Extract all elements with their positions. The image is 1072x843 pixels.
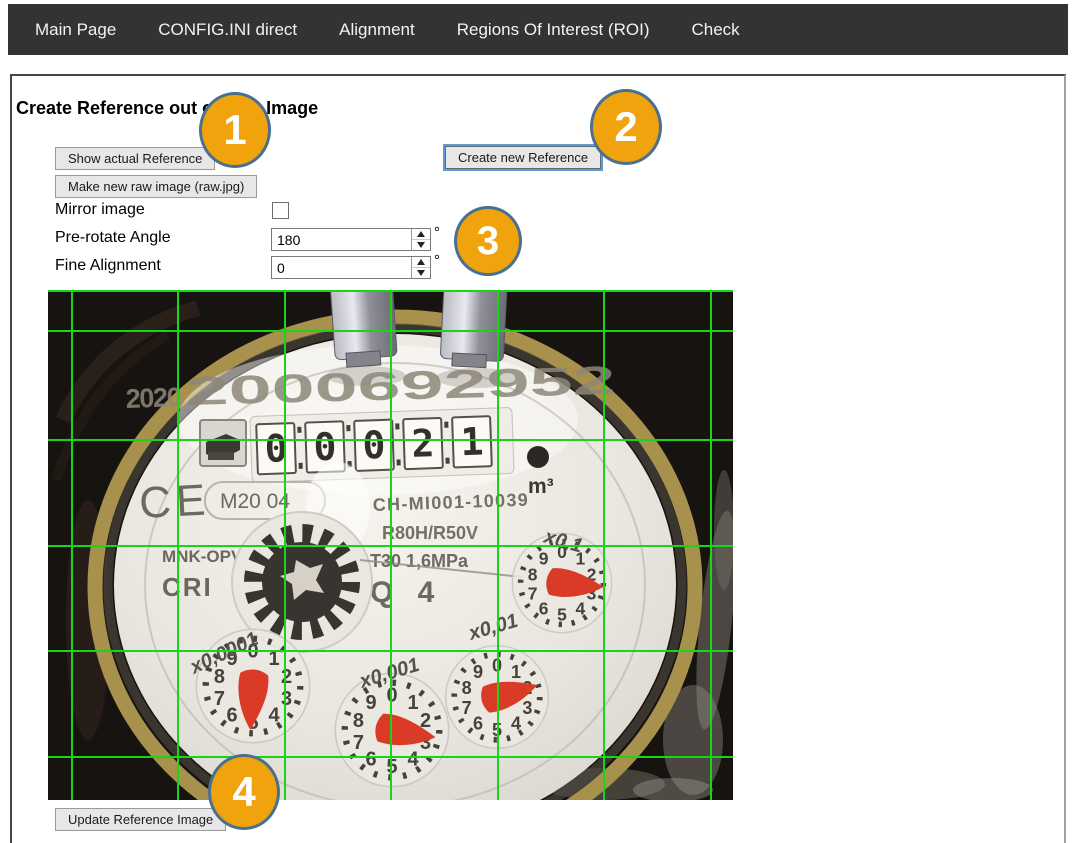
fine-alignment-value[interactable]: 0 — [272, 257, 411, 278]
flow-label: Q 4 — [370, 576, 442, 609]
nav-item-main-page[interactable]: Main Page — [35, 20, 116, 40]
ce-mark: CE — [138, 475, 212, 528]
mirror-image-label: Mirror image — [55, 201, 145, 219]
nav-item-alignment[interactable]: Alignment — [339, 20, 415, 40]
prerotate-angle-input[interactable]: 180 — [271, 228, 431, 251]
meter-counter: 0 0 0 2 1 — [250, 407, 514, 482]
approval-mark: M20 04 — [220, 490, 290, 513]
prerotate-angle-value[interactable]: 180 — [272, 229, 411, 250]
create-new-reference-button[interactable]: Create new Reference — [445, 146, 601, 169]
fine-spin-up-button[interactable] — [412, 257, 430, 267]
page-title: Create Reference out of Raw Image — [16, 98, 318, 119]
brand-cri: CRI — [162, 572, 213, 602]
top-nav: Main Page CONFIG.INI direct Alignment Re… — [8, 4, 1068, 55]
counter-dot — [527, 446, 549, 468]
fine-degree-unit: ° — [434, 252, 440, 269]
down-arrow-icon — [417, 270, 425, 276]
page: Main Page CONFIG.INI direct Alignment Re… — [0, 0, 1072, 843]
temp-pressure: T30 1,6MPa — [370, 551, 469, 571]
reference-image: 0 1 2 3 4 5 6 7 8 9 — [48, 290, 733, 800]
fine-spin-down-button[interactable] — [412, 267, 430, 278]
annotation-circle-4: 4 — [208, 754, 280, 830]
nav-item-check[interactable]: Check — [691, 20, 739, 40]
brand-mnk-opv: MNK-OPV — [162, 547, 243, 566]
fine-alignment-spinner — [411, 257, 430, 278]
annotation-circle-3: 3 — [454, 206, 522, 276]
down-arrow-icon — [417, 242, 425, 248]
prerotate-angle-label: Pre-rotate Angle — [55, 229, 171, 247]
prerotate-spin-down-button[interactable] — [412, 239, 430, 250]
svg-text:1: 1 — [460, 419, 484, 464]
annotation-circle-2: 2 — [590, 89, 662, 165]
tap-icon — [200, 420, 246, 466]
annotation-circle-1: 1 — [199, 92, 271, 168]
make-new-raw-image-button[interactable]: Make new raw image (raw.jpg) — [55, 175, 257, 198]
svg-text:2020: 2020 — [125, 382, 182, 414]
nav-item-config-ini[interactable]: CONFIG.INI direct — [158, 20, 297, 40]
prerotate-spinner — [411, 229, 430, 250]
up-arrow-icon — [417, 231, 425, 237]
prerotate-degree-unit: ° — [434, 224, 440, 241]
update-reference-image-button[interactable]: Update Reference Image — [55, 808, 226, 831]
mirror-image-checkbox[interactable] — [272, 202, 289, 219]
up-arrow-icon — [417, 259, 425, 265]
fine-alignment-label: Fine Alignment — [55, 257, 161, 275]
svg-text:2: 2 — [411, 421, 435, 466]
fine-alignment-input[interactable]: 0 — [271, 256, 431, 279]
show-actual-reference-button[interactable]: Show actual Reference — [55, 147, 215, 170]
ratio-code: R80H/R50V — [382, 523, 478, 543]
metal-clip-left — [330, 290, 398, 368]
nav-item-roi[interactable]: Regions Of Interest (ROI) — [457, 20, 650, 40]
prerotate-spin-up-button[interactable] — [412, 229, 430, 239]
counter-unit: m³ — [528, 475, 554, 498]
svg-text:0: 0 — [362, 423, 386, 468]
